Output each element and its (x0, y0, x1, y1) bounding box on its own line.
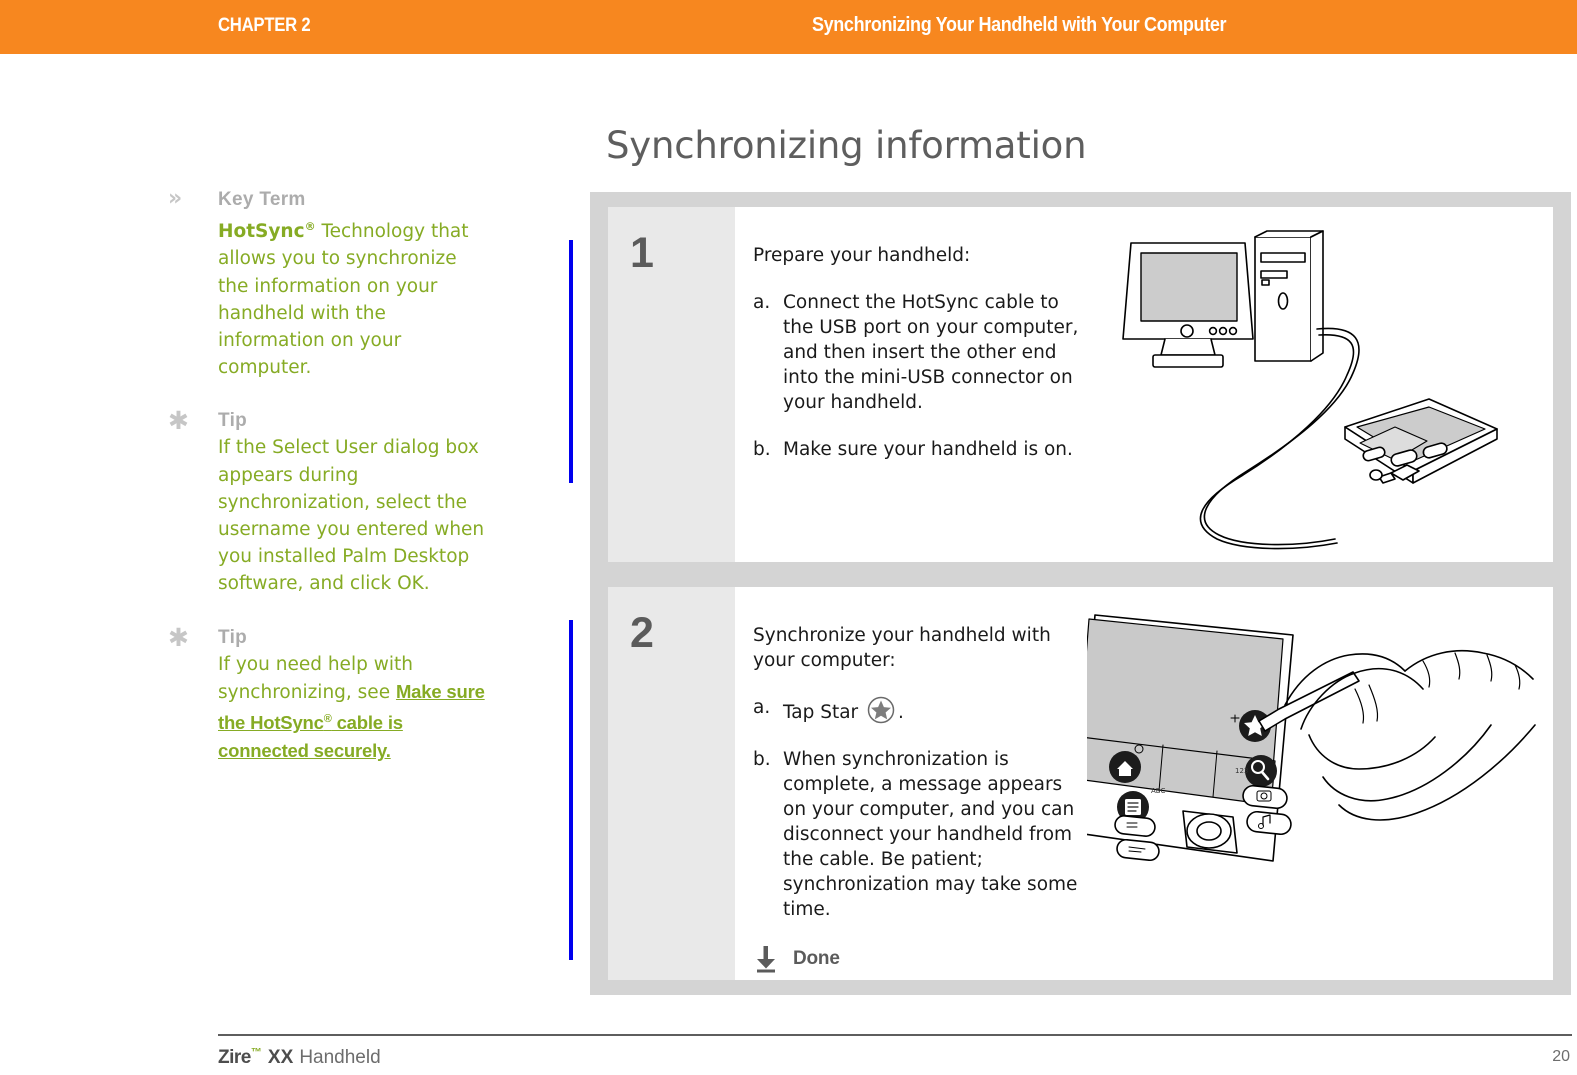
done-label: Done (793, 948, 840, 969)
footer-model: XX (267, 1047, 294, 1068)
note-tip-need-help: ✱ Tip If you need help with synchronizin… (168, 622, 488, 766)
footer-product-line: Zire™ XX Handheld (218, 1046, 381, 1069)
star-in-circle-icon (867, 696, 895, 724)
note-text: HotSync® Technology that allows you to s… (218, 213, 488, 381)
steps-panel: 1 Prepare your handheld: a. Connect the … (590, 192, 1571, 995)
asterisk-icon: ✱ (168, 622, 189, 652)
footer-category: Handheld (299, 1047, 381, 1068)
substep: a. Connect the HotSync cable to the USB … (753, 290, 1087, 415)
substep: b. Make sure your handheld is on. (753, 437, 1087, 462)
step-number-column: 1 (608, 207, 735, 562)
step-text: Synchronize your handheld with your comp… (735, 587, 1087, 980)
computer-cable-handheld-illustration (1087, 207, 1553, 562)
key-term-definition: Technology that allows you to synchroniz… (218, 221, 469, 379)
note-heading: Key Term (218, 189, 306, 210)
step-number: 2 (630, 609, 654, 657)
hand-stylus-tapping-star-illustration: ABC 123 (1087, 587, 1553, 980)
chapter-header-bar: CHAPTER 2 Synchronizing Your Handheld wi… (0, 0, 1577, 54)
svg-text:ABC: ABC (1151, 787, 1165, 795)
note-heading: Tip (218, 410, 248, 432)
svg-text:123: 123 (1235, 767, 1248, 775)
step-intro: Prepare your handheld: (753, 245, 971, 266)
note-text: If the Select User dialog box appears du… (218, 437, 485, 595)
step-text: Prepare your handheld: a. Connect the Ho… (735, 207, 1087, 562)
step-content: Synchronize your handheld with your comp… (735, 587, 1553, 980)
note-text: If you need help with synchronizing, see… (218, 651, 488, 766)
sidebar-notes: » Key Term HotSync® Technology that allo… (168, 186, 488, 792)
substep-text: Make sure your handheld is on. (783, 439, 1073, 460)
step-item: 1 Prepare your handheld: a. Connect the … (608, 207, 1553, 562)
note-body: Tip If you need help with synchronizing,… (218, 624, 488, 766)
asterisk-icon: ✱ (168, 406, 189, 436)
step-2-progress-bar (569, 620, 573, 960)
note-key-term: » Key Term HotSync® Technology that allo… (168, 186, 488, 381)
trademark-mark: ™ (250, 1046, 262, 1059)
substep: a. Tap Star . (753, 695, 1087, 725)
registered-mark: ® (323, 713, 332, 725)
substep-text-before: Tap Star (783, 702, 865, 723)
substep-marker: a. (753, 292, 771, 313)
page-number: 20 (1552, 1048, 1570, 1065)
substep-marker: a. (753, 697, 771, 718)
step-item: 2 Synchronize your handheld with your co… (608, 587, 1553, 980)
footer-product: Zire (218, 1047, 251, 1068)
page-title: Synchronizing information (606, 124, 1087, 167)
note-heading: Tip (218, 626, 248, 648)
step-1-progress-bar (569, 240, 573, 483)
footer-divider (218, 1034, 1572, 1036)
done-marker: Done (753, 944, 1087, 974)
chapter-title: Synchronizing Your Handheld with Your Co… (812, 14, 1227, 36)
substep-marker: b. (753, 439, 771, 460)
step-number-column: 2 (608, 587, 735, 980)
step-intro: Synchronize your handheld with your comp… (753, 625, 1051, 671)
note-body: Tip If the Select User dialog box appear… (218, 407, 488, 597)
substep-text: Tap Star . (783, 695, 1087, 725)
registered-mark: ® (304, 220, 316, 233)
tip-lead-text: If you need help with synchronizing, see (218, 653, 413, 703)
note-tip-select-user: ✱ Tip If the Select User dialog box appe… (168, 407, 488, 597)
substep-marker: b. (753, 749, 771, 770)
substep: b. When synchronization is complete, a m… (753, 747, 1087, 922)
step-number: 1 (630, 229, 654, 277)
key-term-word: HotSync (218, 221, 305, 243)
double-chevron-right-icon: » (168, 186, 183, 211)
substep-text: When synchronization is complete, a mess… (783, 749, 1078, 920)
step-content: Prepare your handheld: a. Connect the Ho… (735, 207, 1553, 562)
note-body: Key Term HotSync® Technology that allows… (218, 186, 488, 381)
substep-text: Connect the HotSync cable to the USB por… (783, 292, 1079, 413)
chapter-label: CHAPTER 2 (218, 15, 311, 36)
substep-text-after: . (898, 702, 904, 723)
down-arrow-icon (757, 946, 775, 973)
